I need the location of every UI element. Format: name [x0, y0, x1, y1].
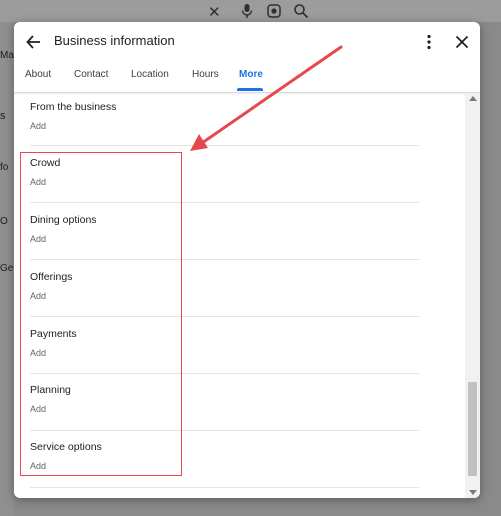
- background-fragment: O: [0, 216, 8, 227]
- background-left-panel: Map s fo O Ge: [0, 22, 14, 516]
- section-label: Offerings: [30, 271, 73, 283]
- section-label: Service options: [30, 441, 102, 453]
- business-information-dialog: Business information About Contact Locat…: [14, 22, 480, 498]
- add-crowd-link[interactable]: Add: [30, 177, 46, 187]
- divider: [30, 487, 419, 488]
- add-planning-link[interactable]: Add: [30, 404, 46, 414]
- divider: [30, 259, 419, 260]
- arrow-left-icon: [26, 35, 40, 49]
- divider: [30, 316, 419, 317]
- background-fragment: s: [0, 110, 6, 122]
- attributes-list: From the business Add Crowd Add Dining o…: [14, 93, 465, 498]
- divider: [30, 430, 419, 431]
- scroll-down-arrow-icon[interactable]: [469, 490, 477, 495]
- scrollbar[interactable]: [465, 93, 480, 498]
- dialog-header: Business information About Contact Locat…: [14, 22, 480, 93]
- active-tab-indicator: [237, 88, 263, 91]
- add-payments-link[interactable]: Add: [30, 348, 46, 358]
- scroll-thumb[interactable]: [468, 382, 477, 476]
- scroll-up-arrow-icon[interactable]: [469, 96, 477, 101]
- background-fragment: fo: [0, 162, 9, 173]
- divider: [30, 373, 419, 374]
- add-service-options-link[interactable]: Add: [30, 461, 46, 471]
- lens-icon[interactable]: [266, 3, 282, 23]
- divider: [30, 202, 419, 203]
- section-label: Crowd: [30, 157, 61, 169]
- section-label: From the business: [30, 101, 117, 113]
- background-search-bar: ✕: [0, 0, 501, 22]
- microphone-icon[interactable]: [240, 3, 254, 23]
- add-offerings-link[interactable]: Add: [30, 291, 46, 301]
- close-button[interactable]: [452, 32, 472, 52]
- close-icon: [455, 35, 469, 49]
- dialog-title: Business information: [54, 33, 175, 48]
- tab-contact[interactable]: Contact: [74, 69, 108, 80]
- tab-about[interactable]: About: [25, 69, 51, 80]
- section-label: Planning: [30, 384, 71, 396]
- background-fragment: Ge: [0, 263, 14, 274]
- tab-more[interactable]: More: [239, 69, 263, 80]
- section-label: Dining options: [30, 214, 97, 226]
- more-options-button[interactable]: [419, 32, 439, 52]
- add-dining-options-link[interactable]: Add: [30, 234, 46, 244]
- section-label: Payments: [30, 328, 77, 340]
- add-from-the-business-link[interactable]: Add: [30, 121, 46, 131]
- tab-location[interactable]: Location: [131, 69, 169, 80]
- tab-hours[interactable]: Hours: [192, 69, 219, 80]
- clear-icon[interactable]: ✕: [208, 3, 221, 21]
- background-fragment: Map: [0, 50, 14, 61]
- back-button[interactable]: [24, 32, 44, 52]
- divider: [30, 145, 419, 146]
- kebab-menu-icon: [427, 34, 431, 50]
- search-icon[interactable]: [293, 3, 309, 23]
